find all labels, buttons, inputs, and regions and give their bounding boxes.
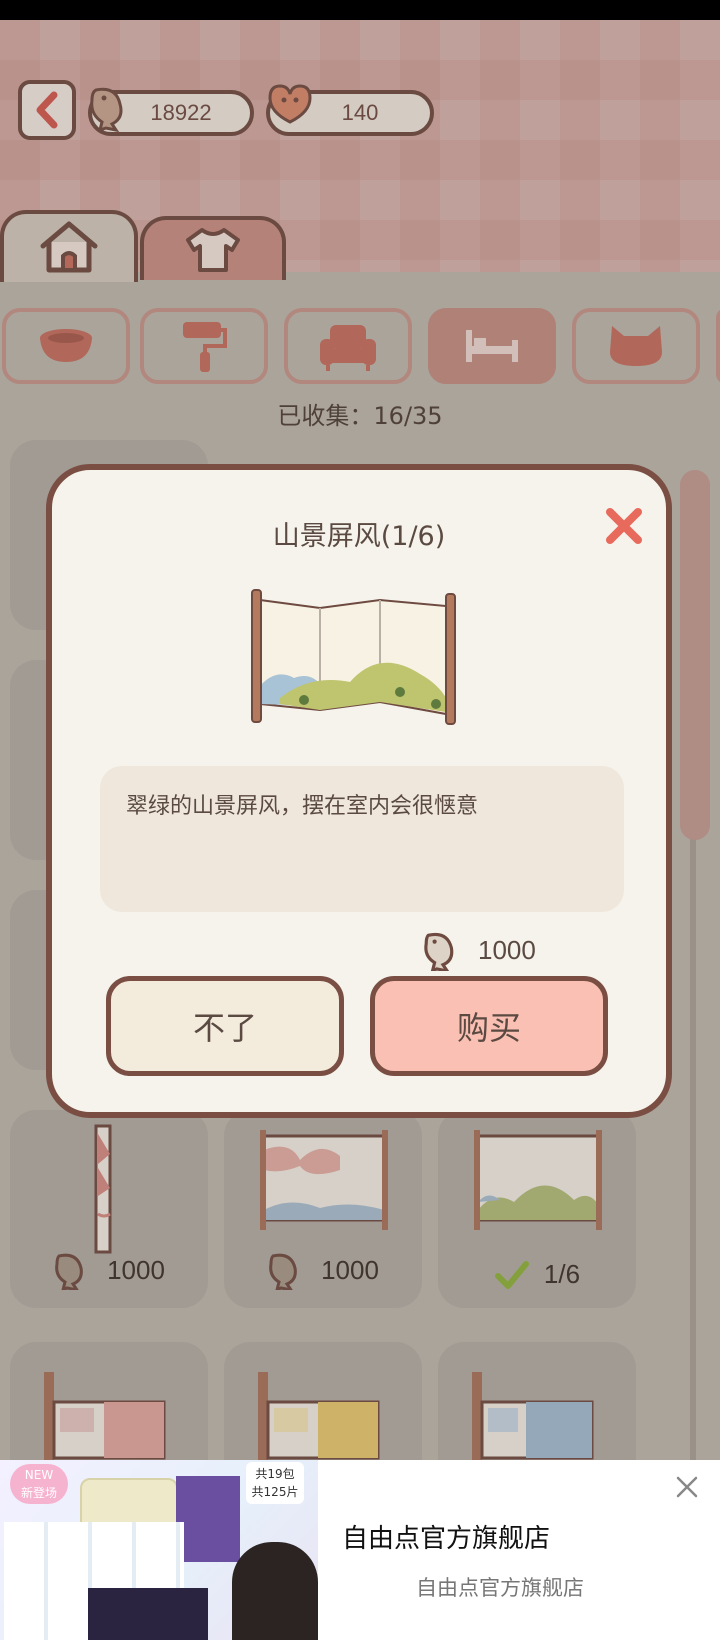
purchase-dialog: 山景屏风(1/6) 翠绿的山景屏风，摆在室内会很惬意 1000 不了 购买 [46,464,672,1118]
ad-count-badge: 共19包 共125片 [246,1462,304,1504]
ad-model-photo [232,1542,318,1640]
cancel-button[interactable]: 不了 [106,976,344,1076]
ad-title[interactable]: 自由点官方旗舰店 [342,1518,550,1555]
mountain-screen-image [251,589,456,725]
ad-new-badge: NEW 新登场 [10,1464,68,1504]
close-icon[interactable] [602,504,646,548]
item-description: 翠绿的山景屏风，摆在室内会很惬意 [100,766,624,912]
close-icon[interactable] [674,1474,700,1500]
fish-icon [424,932,454,971]
ad-subtitle: 自由点官方旗舰店 [416,1576,584,1600]
ad-product-dark [88,1588,208,1640]
ad-product-box [176,1476,240,1562]
ad-banner[interactable]: NEW 新登场 共19包 共125片 自由点官方旗舰店 自由点官方旗舰店 [0,1460,720,1640]
ad-image[interactable]: NEW 新登场 共19包 共125片 [0,1460,318,1640]
price-value: 1000 [478,934,536,965]
buy-button[interactable]: 购买 [370,976,608,1076]
game-screen: 18922 140 已收集：16/35 1000 1000 1/6 山景屏风(1… [0,20,720,1460]
item-price: 1000 [422,928,536,972]
dialog-title: 山景屏风(1/6) [272,521,446,552]
